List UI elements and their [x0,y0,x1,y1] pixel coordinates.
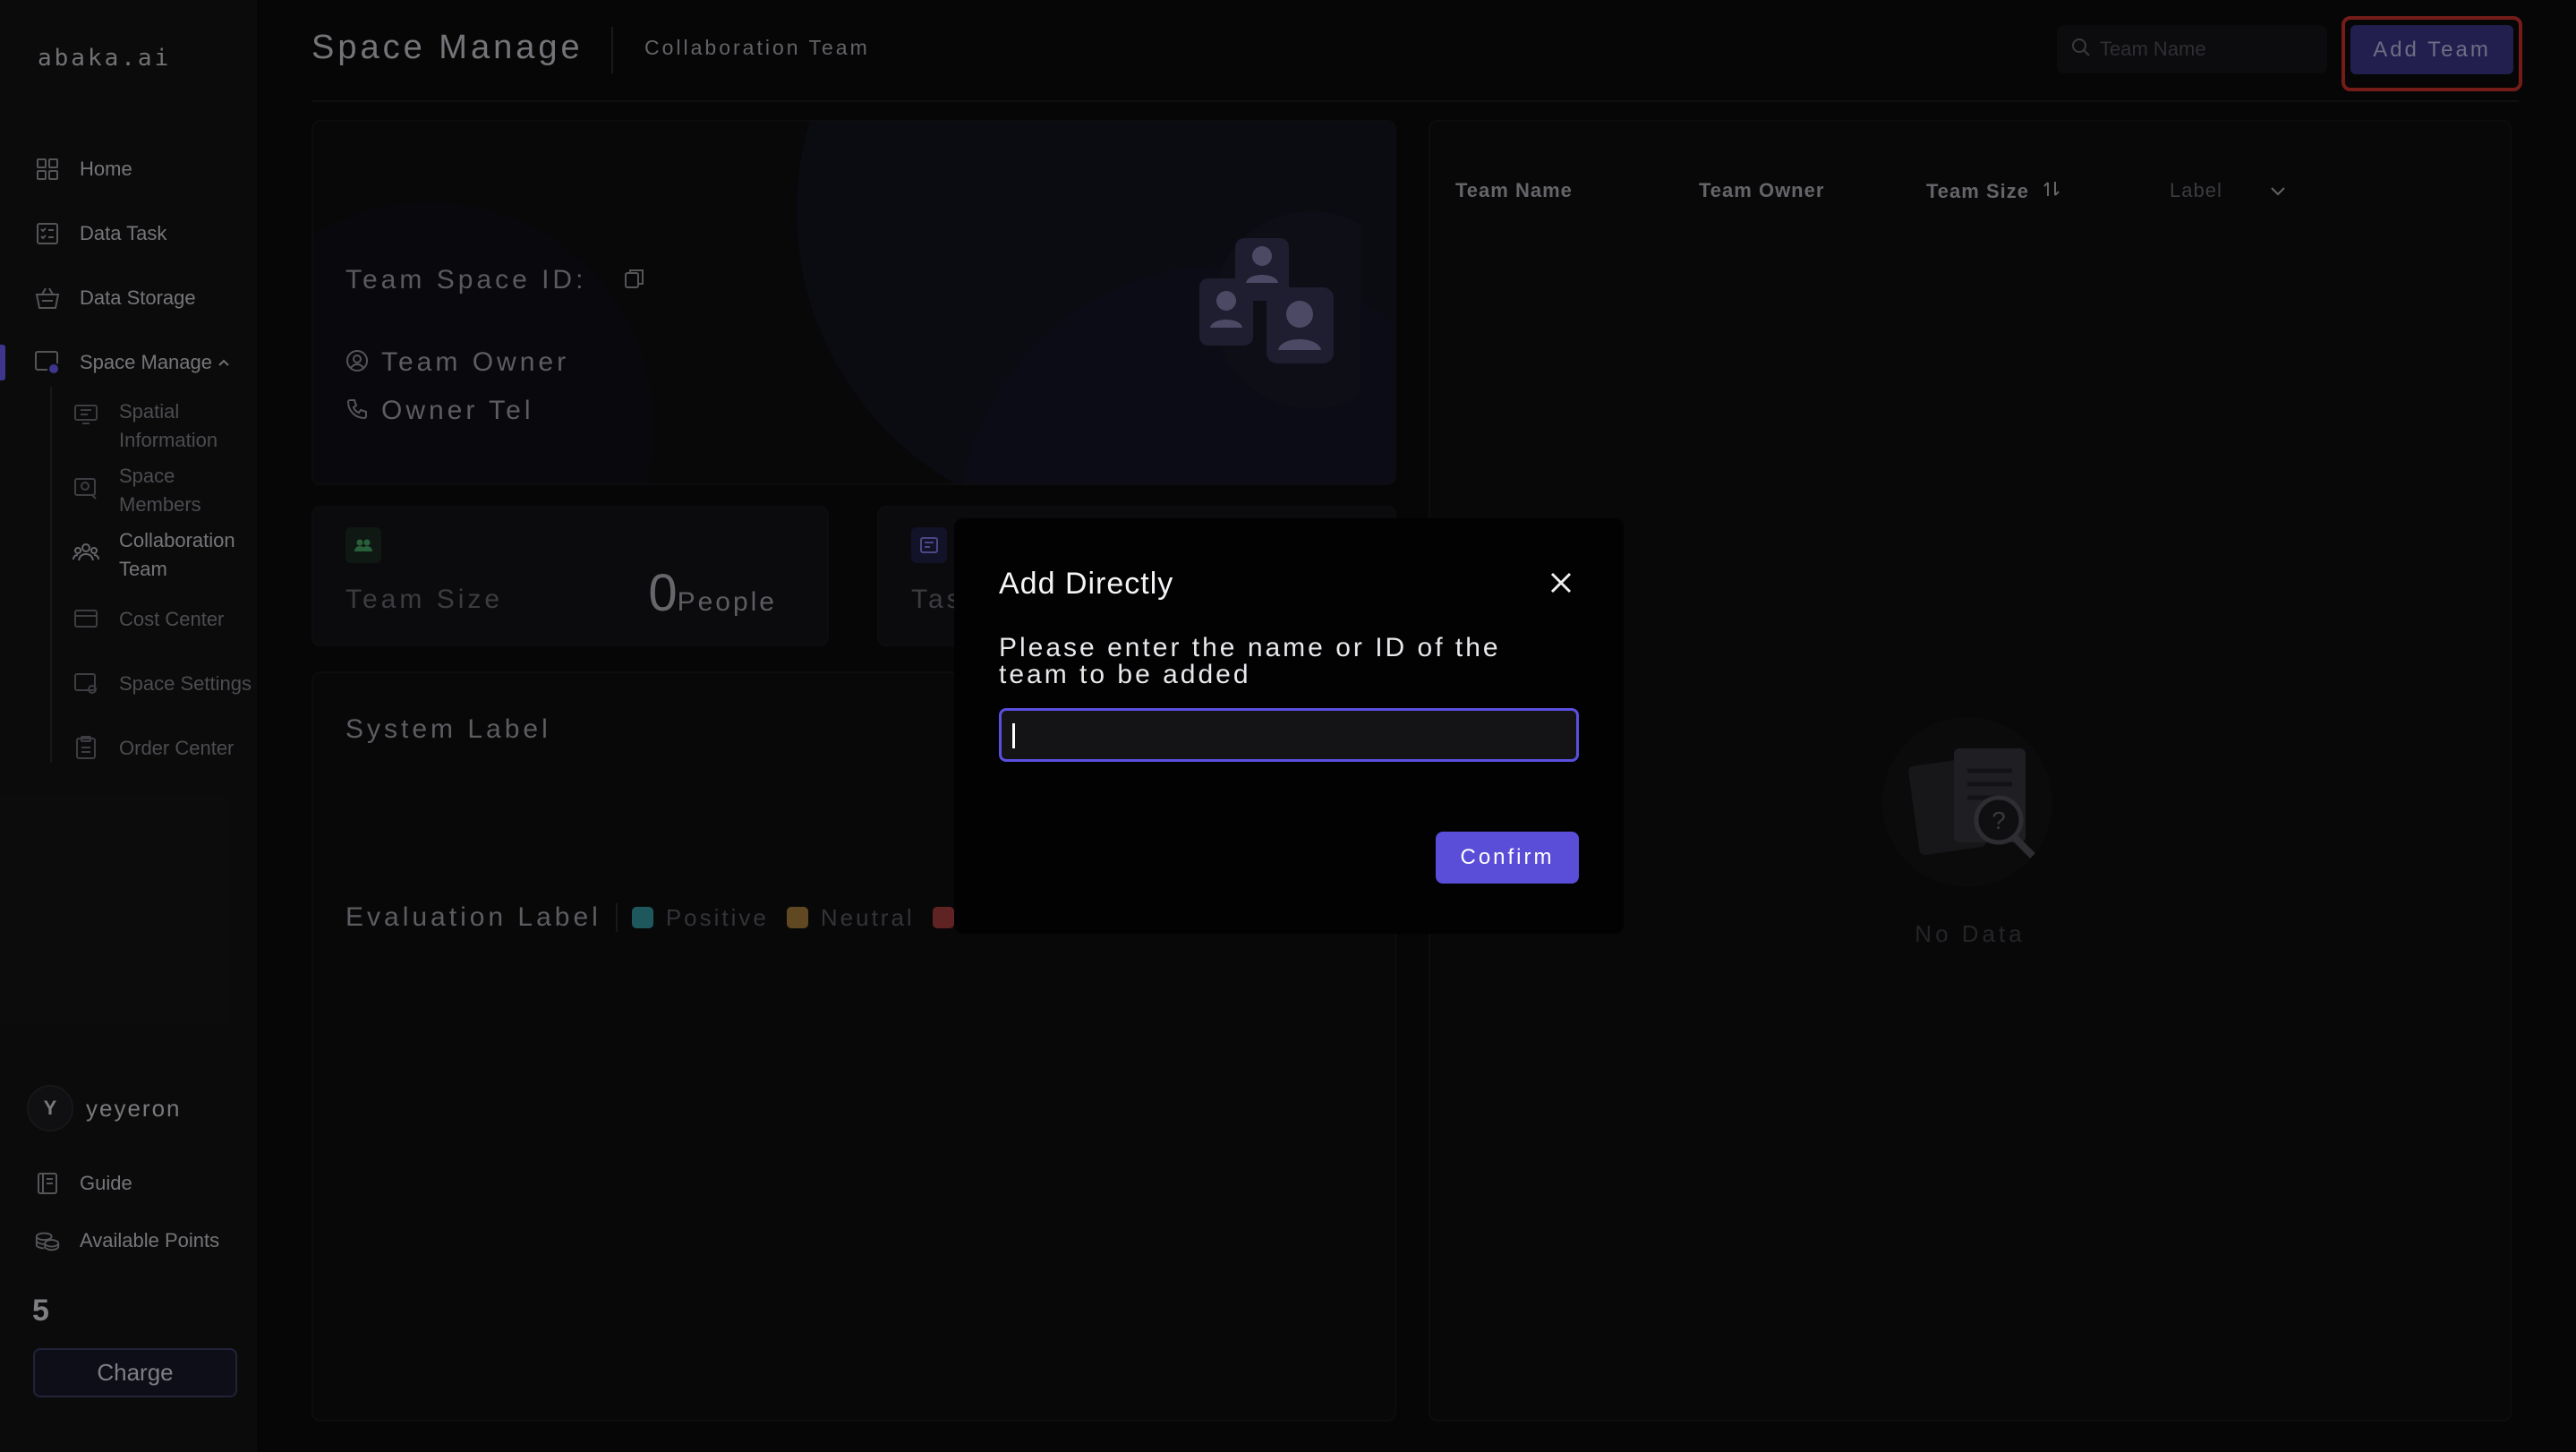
dialog-prompt: Please enter the name or ID of the team … [999,633,1501,689]
dialog-title: Add Directly [999,567,1174,601]
team-name-or-id-input[interactable] [999,708,1579,762]
text-caret [1012,723,1015,748]
add-directly-dialog: Add Directly Please enter the name or ID… [954,518,1624,934]
close-icon[interactable] [1541,563,1581,602]
confirm-button[interactable]: Confirm [1436,832,1579,884]
